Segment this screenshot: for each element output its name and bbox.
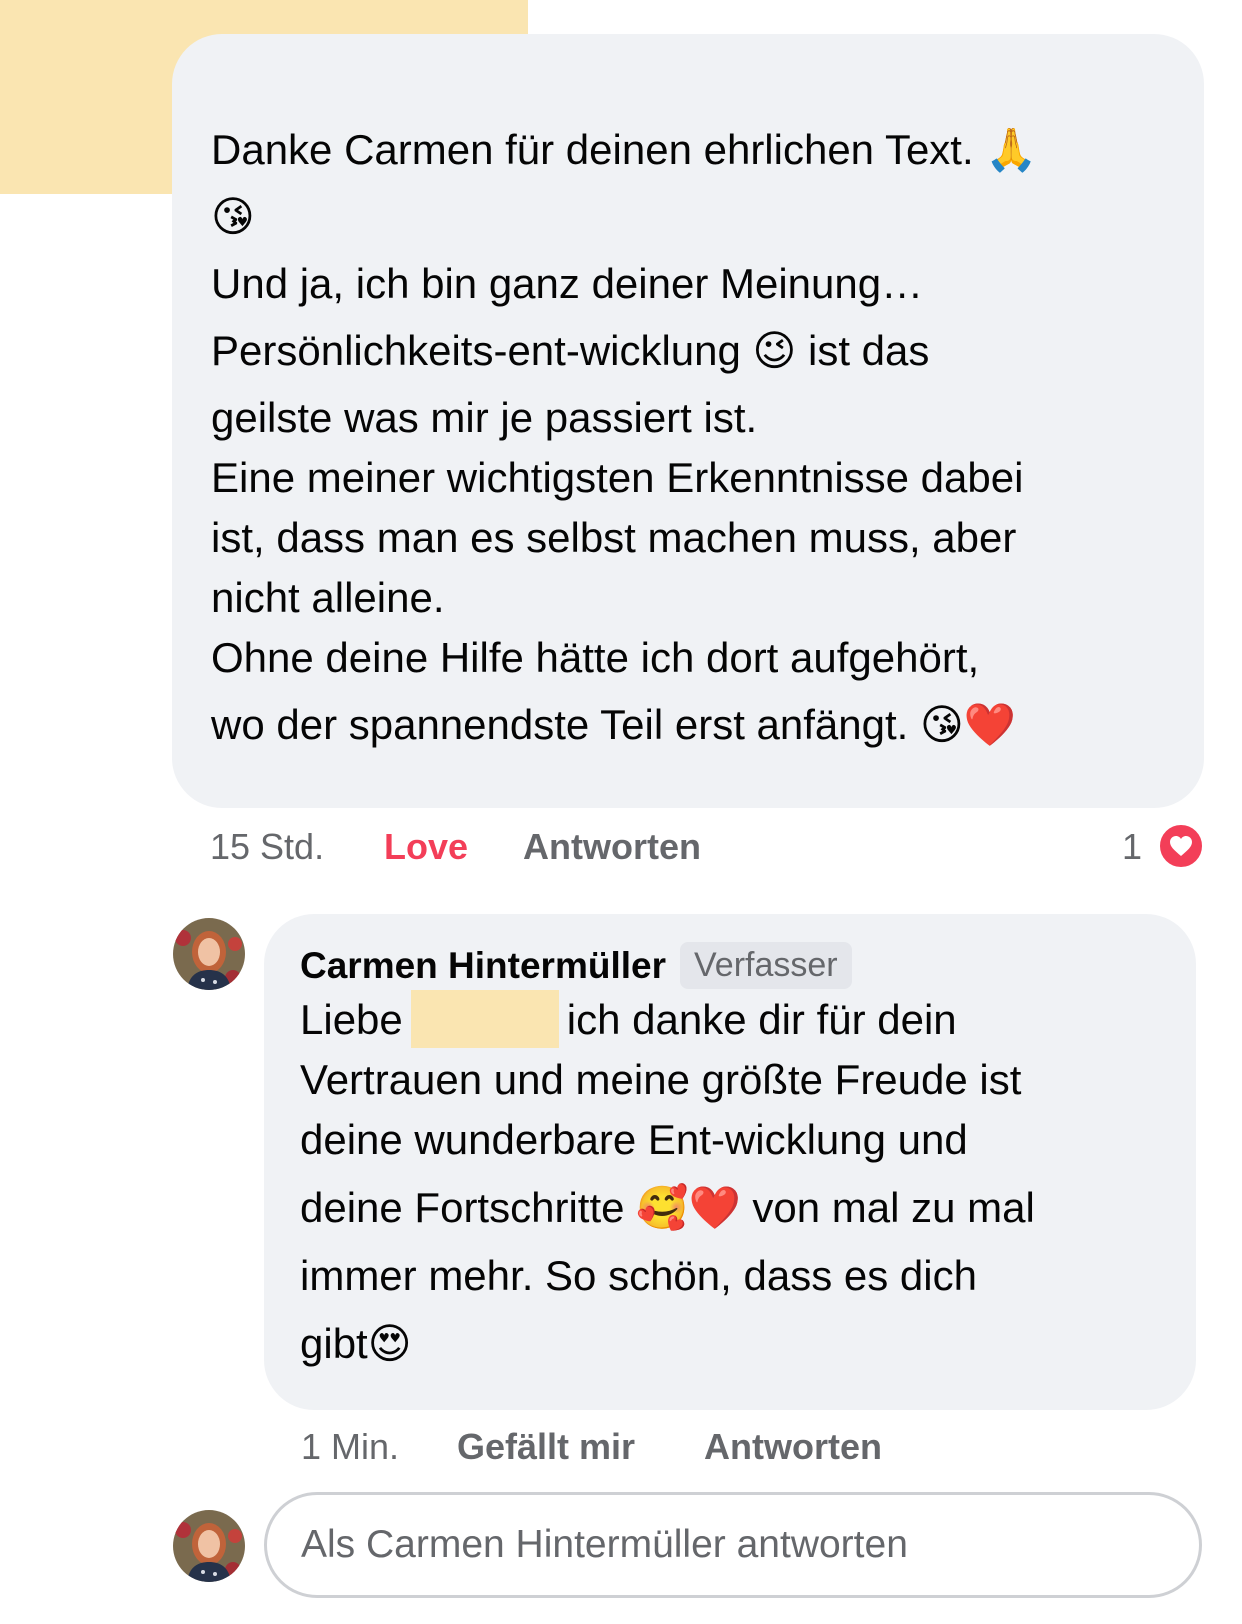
reply-greeting: Liebe — [300, 996, 403, 1043]
reply-button[interactable]: Antworten — [523, 826, 701, 868]
reply-line: deine Fortschritte 🥰❤️ von mal zu mal — [300, 1184, 1035, 1231]
reply-header: Carmen Hintermüller Verfasser — [300, 942, 852, 989]
redacted-area — [0, 108, 172, 194]
heart-icon[interactable] — [1157, 822, 1205, 870]
reply-line: deine wunderbare Ent-wicklung und — [300, 1116, 968, 1163]
reaction-count[interactable]: 1 — [1122, 826, 1142, 868]
author-badge: Verfasser — [680, 942, 852, 989]
comment-line: nicht alleine. — [211, 574, 445, 621]
love-reaction-button[interactable]: Love — [384, 826, 468, 868]
reply-text: Liebe ich danke dir für dein Vertrauen un… — [300, 990, 1180, 1382]
comment-line: ist, dass man es selbst machen muss, abe… — [211, 514, 1017, 561]
comment-thread: Danke Carmen für deinen ehrlichen Text. … — [0, 0, 1242, 1624]
like-button[interactable]: Gefällt mir — [457, 1426, 635, 1468]
redacted-name — [410, 990, 559, 1048]
reply-button[interactable]: Antworten — [704, 1426, 882, 1468]
avatar[interactable] — [173, 918, 245, 990]
reply-line-rest: ich danke dir für dein — [566, 996, 957, 1043]
author-name[interactable]: Carmen Hintermüller — [300, 945, 666, 987]
comment-line: Ohne deine Hilfe hätte ich dort aufgehör… — [211, 634, 980, 681]
comment-line: Persönlichkeits-ent-wicklung 😉 ist das — [211, 327, 930, 374]
reply-input[interactable] — [264, 1492, 1202, 1598]
reply-line: Liebe ich danke dir für dein — [300, 990, 1180, 1050]
avatar — [173, 1510, 245, 1582]
comment-line: Und ja, ich bin ganz deiner Meinung… — [211, 260, 924, 307]
comment-text: Danke Carmen für deinen ehrlichen Text. … — [211, 120, 1171, 762]
reply-line: immer mehr. So schön, dass es dich — [300, 1252, 977, 1299]
comment-timestamp[interactable]: 15 Std. — [210, 826, 324, 868]
comment-line: Danke Carmen für deinen ehrlichen Text. … — [211, 126, 1038, 173]
reply-line: gibt😍 — [300, 1320, 412, 1367]
comment-line: geilste was mir je passiert ist. — [211, 394, 758, 441]
comment-line: wo der spannendste Teil erst anfängt. 😘❤… — [211, 701, 1017, 748]
reply-line: Vertrauen und meine größte Freude ist — [300, 1056, 1022, 1103]
reply-timestamp[interactable]: 1 Min. — [301, 1426, 399, 1468]
comment-line: 😘 — [211, 193, 255, 240]
comment-line: Eine meiner wichtigsten Erkenntnisse dab… — [211, 454, 1024, 501]
